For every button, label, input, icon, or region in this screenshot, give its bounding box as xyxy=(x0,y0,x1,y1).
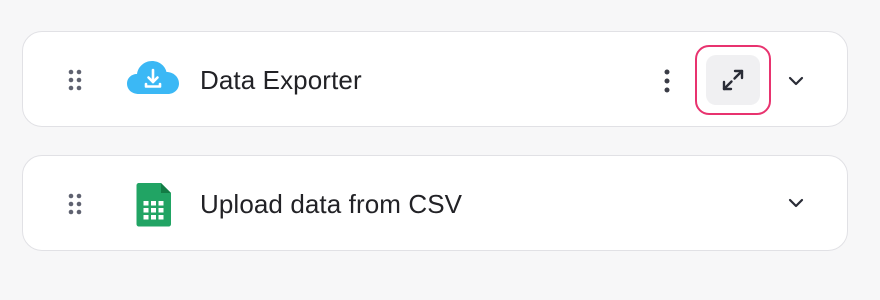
integration-card-data-exporter[interactable]: Data Exporter xyxy=(22,31,848,127)
chevron-down-icon[interactable] xyxy=(785,70,807,92)
expand-icon xyxy=(722,69,744,91)
expand-button[interactable] xyxy=(695,45,771,115)
chevron-down-icon[interactable] xyxy=(785,192,807,214)
drag-handle-icon[interactable] xyxy=(67,68,83,92)
cloud-download-icon xyxy=(127,61,179,94)
drag-handle-icon[interactable] xyxy=(67,192,83,216)
integration-title: Upload data from CSV xyxy=(200,189,463,219)
integration-card-csv-upload[interactable]: Upload data from CSV xyxy=(22,155,848,251)
spreadsheet-icon xyxy=(136,183,171,227)
integration-title: Data Exporter xyxy=(200,65,362,95)
more-options-icon[interactable] xyxy=(659,68,675,94)
